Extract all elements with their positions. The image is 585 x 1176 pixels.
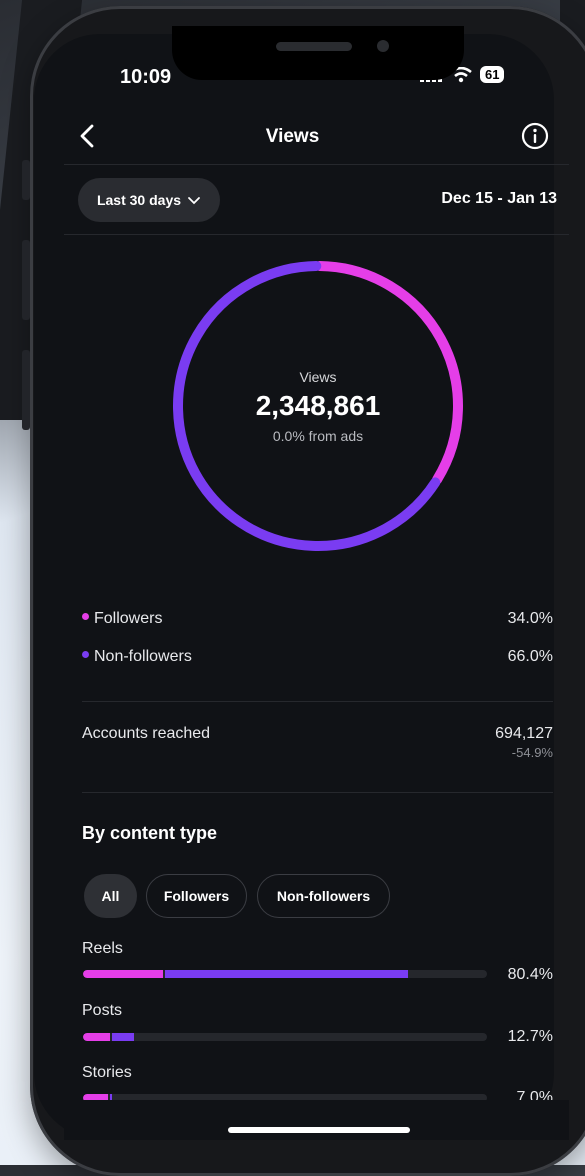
posts-nonfollowers-segment [112,1033,134,1041]
accounts-reached-value: 694,127 [495,725,553,742]
front-camera [377,40,389,52]
date-range-label: Last 30 days [96,192,182,208]
date-range-dropdown[interactable]: Last 30 days [78,178,220,222]
notch [172,26,464,80]
tab-non-followers[interactable]: Non-followers [257,874,390,918]
accounts-reached-change: -54.9% [511,745,553,760]
reels-nonfollowers-segment [165,970,408,978]
content-row-label-posts: Posts [82,1002,123,1019]
donut-label: Views [299,369,337,385]
side-button [22,160,30,200]
section-title: By content type [82,823,218,843]
divider [82,701,553,702]
legend-nonfollowers-label: Non-followers [94,648,192,665]
tab-all[interactable]: All [84,874,137,918]
speaker [276,42,352,51]
nonfollowers-percent: 66.0% [507,648,553,665]
posts-bar [83,1033,487,1041]
divider [64,234,569,235]
content-row-label-reels: Reels [82,940,123,957]
side-button [22,350,30,430]
posts-percent: 12.7% [507,1028,553,1045]
side-button [22,240,30,320]
followers-dot [82,613,89,621]
legend-nonfollowers: Non-followers [82,648,192,666]
posts-followers-segment [83,1033,110,1041]
views-total: 2,348,861 [255,390,381,421]
battery-indicator: 61 [480,66,505,83]
content-row-label-stories: Stories [82,1064,132,1081]
nonfollowers-dot [82,651,89,659]
accounts-reached-label: Accounts reached [82,725,211,742]
info-icon[interactable] [521,122,549,150]
tab-followers[interactable]: Followers [146,874,247,918]
status-time: 10:09 [120,66,172,88]
legend-followers: Followers [82,610,162,628]
divider [82,792,553,793]
date-range-text: Dec 15 - Jan 13 [441,190,557,207]
reels-percent: 80.4% [507,966,553,983]
followers-percent: 34.0% [507,610,553,627]
divider [64,164,569,165]
reels-followers-segment [83,970,163,978]
ads-note: 0.0% from ads [272,428,364,444]
reels-bar [83,970,487,978]
page-title: Views [265,126,320,147]
bottom-fade [64,1100,569,1140]
chevron-down-icon [188,197,200,205]
legend-followers-label: Followers [94,610,163,627]
home-indicator[interactable] [228,1127,410,1133]
